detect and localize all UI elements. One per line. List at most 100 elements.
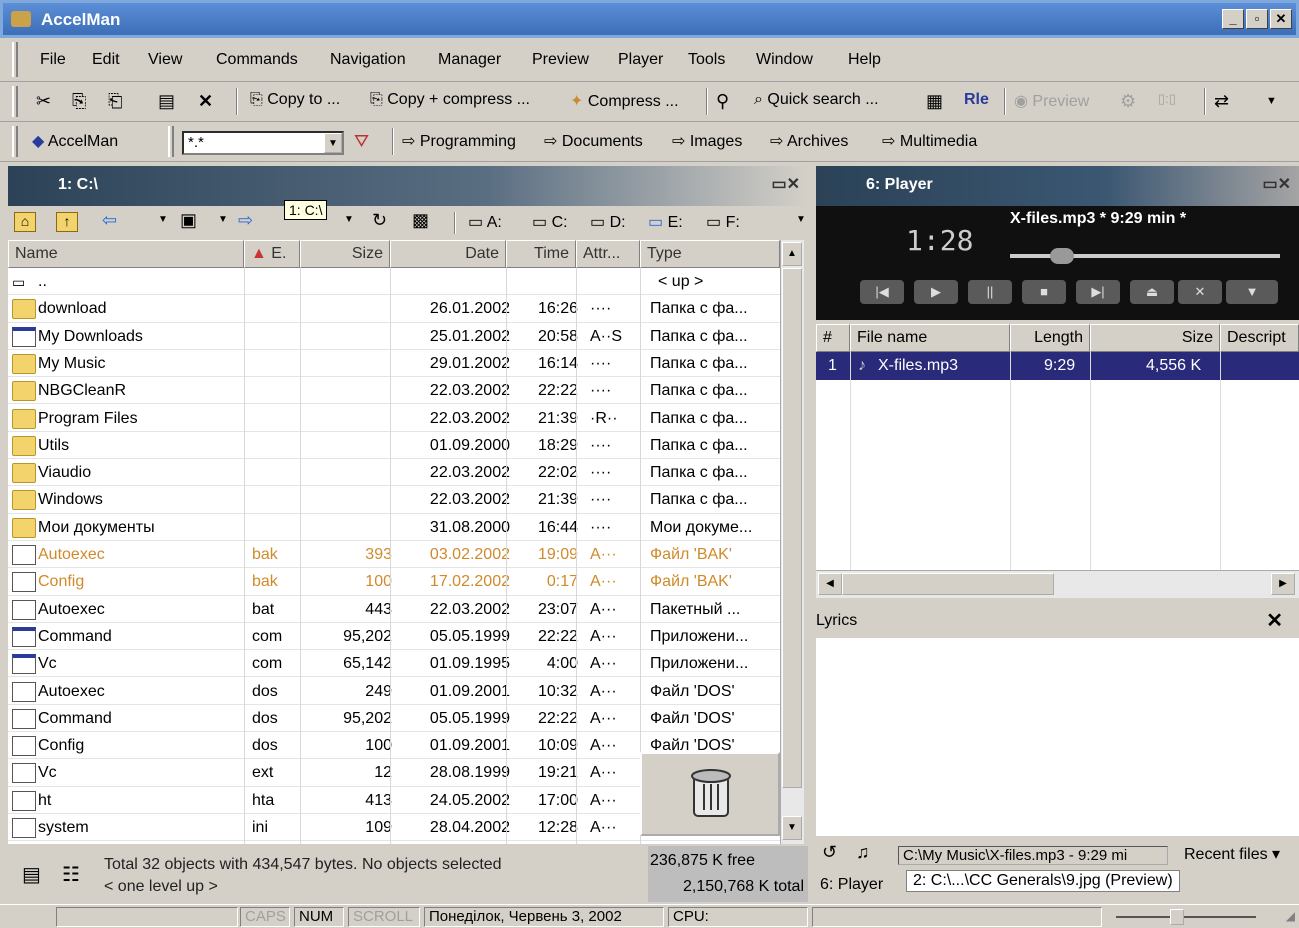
bookmark-archives[interactable]: ⇨ Archives xyxy=(770,131,848,151)
col-date[interactable]: Date xyxy=(390,240,506,268)
rename-icon[interactable]: Rle xyxy=(964,91,989,109)
menu-view[interactable]: View xyxy=(148,51,182,69)
menu-grip[interactable] xyxy=(12,42,18,77)
recycle-bin[interactable] xyxy=(640,752,780,836)
menu-tools[interactable]: Tools xyxy=(688,51,725,69)
binoculars-icon[interactable]: ⚲ xyxy=(716,91,729,112)
copy-path-icon[interactable]: ⎗ xyxy=(108,91,122,112)
file-row[interactable]: Vc com 65,142 01.09.1995 4:00 A··· Приложени..… xyxy=(8,650,780,678)
bookmark-programming[interactable]: ⇨ Programming xyxy=(402,131,516,151)
menu-dropdown-icon[interactable]: ▼ xyxy=(1226,280,1278,304)
chevron-down-icon[interactable]: ▼ xyxy=(158,214,168,225)
menu-preview[interactable]: Preview xyxy=(532,51,589,69)
root-folder-icon[interactable]: ⌂ xyxy=(14,212,36,232)
scroll-thumb[interactable] xyxy=(842,573,1054,595)
toolbar-grip[interactable] xyxy=(12,126,18,157)
menu-file[interactable]: File xyxy=(40,51,66,69)
forward-arrow-icon[interactable]: ⇨ xyxy=(238,210,253,231)
menu-player[interactable]: Player xyxy=(618,51,663,69)
file-row[interactable]: NBGCleanR 22.03.2002 22:22 ···· Папка с фа..… xyxy=(8,377,780,405)
col-size[interactable]: Size xyxy=(1090,324,1220,352)
bookmark-multimedia[interactable]: ⇨ Multimedia xyxy=(882,131,977,151)
minimize-button[interactable]: _ xyxy=(1222,9,1244,29)
resize-grip-icon[interactable]: ◢ xyxy=(1286,909,1295,923)
seek-bar[interactable] xyxy=(1010,248,1280,264)
recent-files-button[interactable]: Recent files ▾ xyxy=(1184,844,1280,864)
file-row[interactable]: Program Files 22.03.2002 21:39 ·R·· Папка с … xyxy=(8,405,780,432)
chevron-down-icon[interactable]: ▼ xyxy=(796,214,806,225)
close-button[interactable]: ✕ xyxy=(1270,9,1292,29)
volume-thumb[interactable] xyxy=(1170,909,1184,925)
toolbar-grip[interactable] xyxy=(168,126,174,157)
file-row[interactable]: Command com 95,202 05.05.1999 22:22 A··· Прило… xyxy=(8,623,780,651)
col-ext[interactable]: ▲ E. xyxy=(244,240,300,268)
tab-preview[interactable]: 2: C:\...\CC Generals\9.jpg (Preview) xyxy=(906,870,1180,892)
lyrics-area[interactable] xyxy=(816,638,1299,836)
preview-button[interactable]: ◉ Preview xyxy=(1014,91,1089,111)
col-file-name[interactable]: File name xyxy=(850,324,1010,352)
delete-icon[interactable]: ✕ xyxy=(198,91,213,112)
drive-d[interactable]: ▭ D: xyxy=(590,212,626,232)
panel-close-icon[interactable]: ▭✕ xyxy=(771,174,800,194)
disk-icon[interactable]: ▤ xyxy=(22,862,41,887)
col-time[interactable]: Time xyxy=(506,240,576,268)
properties-icon[interactable]: ▦ xyxy=(926,91,943,112)
up-folder-icon[interactable]: ↑ xyxy=(56,212,78,232)
settings-icon[interactable]: ⚙ xyxy=(1120,91,1136,112)
seek-thumb[interactable] xyxy=(1050,248,1074,264)
scroll-right-icon[interactable]: ▶ xyxy=(1271,573,1295,595)
repeat-icon[interactable]: ↺ xyxy=(822,842,837,863)
copy-compress-button[interactable]: ⎘ Copy + compress ... xyxy=(370,91,530,109)
col-length[interactable]: Length xyxy=(1010,324,1090,352)
file-row[interactable]: Config bak 100 17.02.2002 0:17 A··· Файл 'BAK' xyxy=(8,568,780,596)
chevron-down-icon[interactable]: ▼ xyxy=(218,214,228,225)
col-attr[interactable]: Attr... xyxy=(576,240,640,268)
playlist[interactable]: 1 ♪ X-files.mp3 9:29 4,556 K xyxy=(816,352,1299,570)
close-icon[interactable]: ✕ xyxy=(1266,608,1283,633)
drive-a[interactable]: ▭ A: xyxy=(468,212,502,232)
compress-button[interactable]: ✦ Compress ... xyxy=(570,91,679,111)
file-row[interactable]: Autoexec bat 443 22.03.2002 23:07 A··· Пакетны… xyxy=(8,596,780,623)
scroll-thumb[interactable] xyxy=(782,268,802,788)
drive-f[interactable]: ▭ F: xyxy=(706,212,740,232)
col-size[interactable]: Size xyxy=(300,240,390,268)
copy-icon[interactable]: ⎘ xyxy=(72,91,86,112)
back-arrow-icon[interactable]: ⇦ xyxy=(102,210,117,231)
prev-track-icon[interactable]: |◀ xyxy=(860,280,904,304)
file-row[interactable]: Viaudio 22.03.2002 22:02 ···· Папка с фа... xyxy=(8,459,780,487)
bookmark-images[interactable]: ⇨ Images xyxy=(672,131,742,151)
file-row[interactable]: Command dos 95,202 05.05.1999 22:22 A··· Файл … xyxy=(8,705,780,733)
playlist-icon[interactable]: ♫ xyxy=(856,842,870,863)
menu-window[interactable]: Window xyxy=(756,51,813,69)
level-up-link[interactable]: < one level up > xyxy=(104,878,218,896)
bookmark-documents[interactable]: ⇨ Documents xyxy=(544,131,643,151)
col-type[interactable]: Type xyxy=(640,240,780,268)
pause-icon[interactable]: || xyxy=(968,280,1012,304)
file-row[interactable]: Autoexec dos 249 01.09.2001 10:32 A··· Файл 'D… xyxy=(8,678,780,705)
col-description[interactable]: Descript xyxy=(1220,324,1299,352)
playlist-row[interactable]: 1 ♪ X-files.mp3 9:29 4,556 K xyxy=(816,352,1299,380)
tab-player[interactable]: 6: Player xyxy=(820,876,883,894)
network-icon[interactable]: ▩ xyxy=(412,210,429,231)
accelman-button[interactable]: ◆ AccelMan xyxy=(32,131,118,151)
filter-combo[interactable]: *.* ▼ xyxy=(182,131,344,155)
playlist-hscrollbar[interactable]: ◀ ▶ xyxy=(816,570,1299,598)
toolbar-grip[interactable] xyxy=(12,86,18,117)
file-row[interactable]: My Downloads 25.01.2002 20:58 A··S Папка с ф… xyxy=(8,323,780,350)
drive-c[interactable]: ▭ C: xyxy=(532,212,568,232)
stop-icon[interactable]: ■ xyxy=(1022,280,1066,304)
file-row[interactable]: Windows 22.03.2002 21:39 ···· Папка с фа... xyxy=(8,486,780,514)
chevron-down-icon[interactable]: ▼ xyxy=(324,133,342,153)
scroll-up-icon[interactable]: ▲ xyxy=(782,242,802,266)
sync-icon[interactable]: ⇄ xyxy=(1214,91,1229,112)
maximize-button[interactable]: ▫ xyxy=(1246,9,1268,29)
volume-slider[interactable] xyxy=(1116,909,1256,925)
quick-search-button[interactable]: ⌕ Quick search ... xyxy=(754,91,879,109)
refresh-icon[interactable]: ↻ xyxy=(372,210,387,231)
menu-manager[interactable]: Manager xyxy=(438,51,501,69)
toolbar-more-icon[interactable]: ▼ xyxy=(1266,95,1277,107)
file-row[interactable]: download 26.01.2002 16:26 ···· Папка с фа... xyxy=(8,295,780,323)
compare-icon[interactable]: ▯:▯ xyxy=(1158,91,1176,107)
chevron-down-icon[interactable]: ▼ xyxy=(344,214,354,225)
drive-e[interactable]: ▭ E: xyxy=(648,212,683,232)
